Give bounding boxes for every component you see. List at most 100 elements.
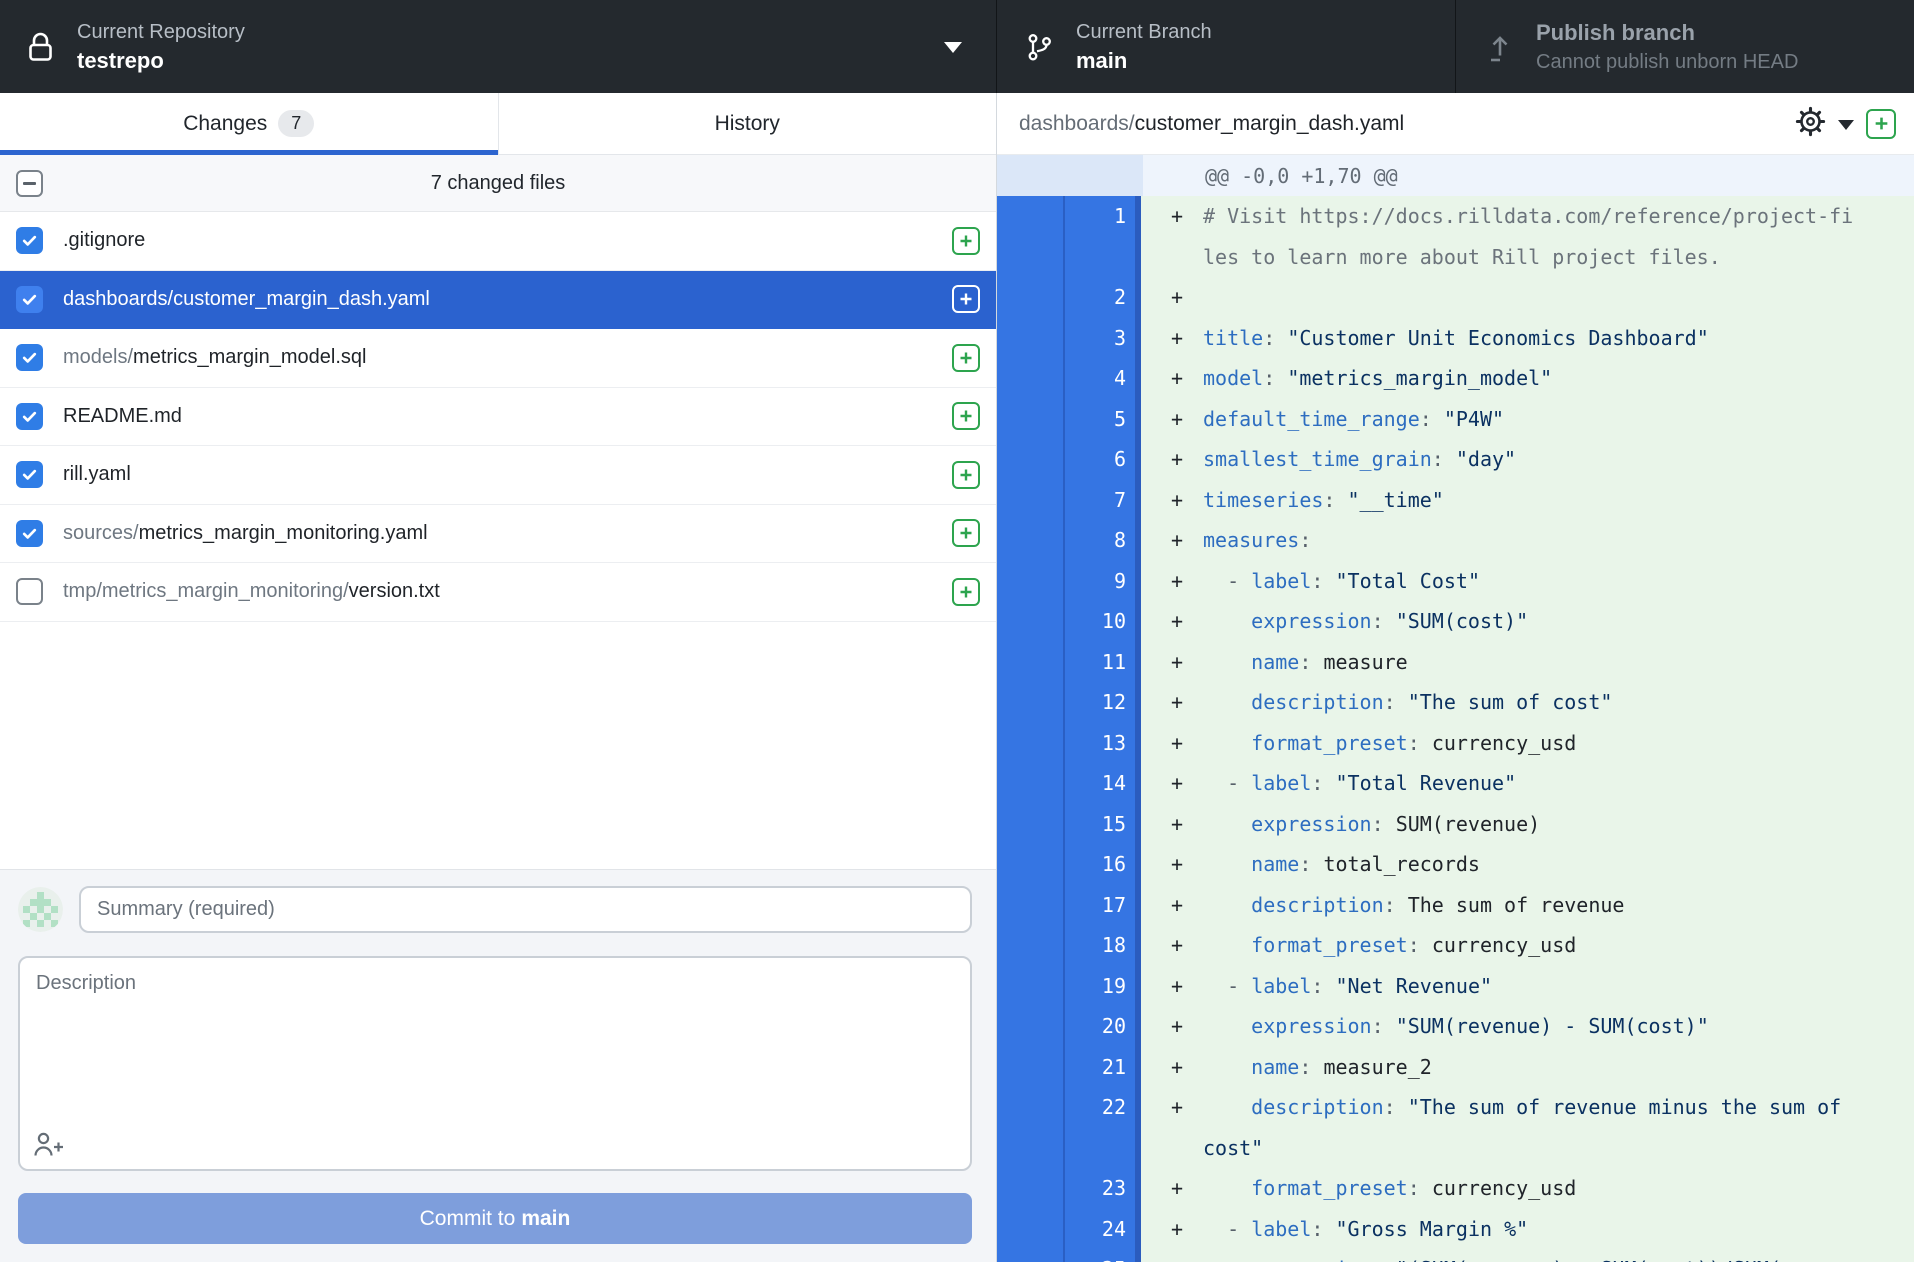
diff-line-number[interactable]: 25 [1065, 1249, 1135, 1262]
diff-line[interactable]: 8+measures: [997, 520, 1914, 561]
diff-line-number[interactable]: 16 [1065, 844, 1135, 885]
file-checkbox[interactable] [16, 520, 43, 547]
diff-line-number[interactable]: 5 [1065, 399, 1135, 440]
diff-line-number[interactable]: 21 [1065, 1047, 1135, 1088]
diff-line[interactable]: 11+ name: measure [997, 642, 1914, 683]
diff-gutter-old[interactable] [997, 723, 1065, 764]
diff-gutter-old[interactable] [997, 1209, 1065, 1250]
diff-line[interactable]: 15+ expression: SUM(revenue) [997, 804, 1914, 845]
diff-line-number[interactable]: 6 [1065, 439, 1135, 480]
tab-history[interactable]: History [498, 93, 997, 154]
diff-line[interactable]: 7+timeseries: "__time" [997, 480, 1914, 521]
diff-line[interactable]: 21+ name: measure_2 [997, 1047, 1914, 1088]
diff-line-number[interactable]: 9 [1065, 561, 1135, 602]
diff-line-number[interactable]: 8 [1065, 520, 1135, 561]
diff-line[interactable]: 6+smallest_time_grain: "day" [997, 439, 1914, 480]
file-row[interactable]: dashboards/customer_margin_dash.yaml [0, 271, 996, 330]
file-row[interactable]: README.md [0, 388, 996, 447]
file-checkbox[interactable] [16, 578, 43, 605]
chevron-down-icon[interactable] [1838, 120, 1854, 130]
diff-line-number[interactable]: 20 [1065, 1006, 1135, 1047]
diff-line-number[interactable]: 12 [1065, 682, 1135, 723]
diff-gutter-old[interactable] [997, 642, 1065, 683]
diff-line-number[interactable]: 4 [1065, 358, 1135, 399]
diff-gutter-old[interactable] [997, 885, 1065, 926]
diff-gutter-old[interactable] [997, 966, 1065, 1007]
publish-branch-button[interactable]: Publish branch Cannot publish unborn HEA… [1456, 0, 1914, 93]
file-row[interactable]: tmp/metrics_margin_monitoring/version.tx… [0, 563, 996, 622]
diff-line-number[interactable]: 17 [1065, 885, 1135, 926]
diff-line[interactable]: 25+ expression: "(SUM(revenue) - SUM(cos… [997, 1249, 1914, 1262]
file-checkbox[interactable] [16, 403, 43, 430]
diff-line[interactable]: 5+default_time_range: "P4W" [997, 399, 1914, 440]
file-checkbox[interactable] [16, 227, 43, 254]
diff-line-number[interactable]: 19 [1065, 966, 1135, 1007]
diff-line[interactable]: 13+ format_preset: currency_usd [997, 723, 1914, 764]
diff-line[interactable]: 4+model: "metrics_margin_model" [997, 358, 1914, 399]
diff-line[interactable]: 17+ description: The sum of revenue [997, 885, 1914, 926]
diff-gutter-old[interactable] [997, 520, 1065, 561]
diff-gutter-old[interactable] [997, 1087, 1065, 1168]
branch-switcher[interactable]: Current Branch main [997, 0, 1456, 93]
diff-gutter-old[interactable] [997, 763, 1065, 804]
summary-input[interactable] [79, 886, 972, 933]
file-row[interactable]: rill.yaml [0, 446, 996, 505]
diff-gutter-old[interactable] [997, 601, 1065, 642]
diff-gutter-old[interactable] [997, 196, 1065, 277]
description-textarea[interactable] [18, 956, 972, 1171]
file-row[interactable]: models/metrics_margin_model.sql [0, 329, 996, 388]
diff-gutter-old[interactable] [997, 1249, 1065, 1262]
diff-line[interactable]: 10+ expression: "SUM(cost)" [997, 601, 1914, 642]
file-checkbox[interactable] [16, 286, 43, 313]
diff-line[interactable]: 19+ - label: "Net Revenue" [997, 966, 1914, 1007]
diff-gutter-old[interactable] [997, 399, 1065, 440]
diff-line[interactable]: 9+ - label: "Total Cost" [997, 561, 1914, 602]
diff-line[interactable]: 12+ description: "The sum of cost" [997, 682, 1914, 723]
file-row[interactable]: .gitignore [0, 212, 996, 271]
diff-line[interactable]: 24+ - label: "Gross Margin %" [997, 1209, 1914, 1250]
diff-gutter-old[interactable] [997, 480, 1065, 521]
diff-gutter-old[interactable] [997, 682, 1065, 723]
diff-line-number[interactable]: 10 [1065, 601, 1135, 642]
diff-line-number[interactable]: 14 [1065, 763, 1135, 804]
repository-switcher[interactable]: Current Repository testrepo [0, 0, 997, 93]
diff-line[interactable]: 2+ [997, 277, 1914, 318]
diff-line[interactable]: 16+ name: total_records [997, 844, 1914, 885]
diff-gutter-old[interactable] [997, 439, 1065, 480]
diff-line-number[interactable]: 23 [1065, 1168, 1135, 1209]
diff-line-number[interactable]: 18 [1065, 925, 1135, 966]
diff-line[interactable]: 1+# Visit https://docs.rilldata.com/refe… [997, 196, 1914, 277]
diff-gutter-old[interactable] [997, 561, 1065, 602]
file-checkbox[interactable] [16, 461, 43, 488]
diff-line-number[interactable]: 3 [1065, 318, 1135, 359]
diff-gutter-old[interactable] [997, 318, 1065, 359]
diff-line-number[interactable]: 22 [1065, 1087, 1135, 1168]
diff-line-number[interactable]: 7 [1065, 480, 1135, 521]
diff-line-number[interactable]: 24 [1065, 1209, 1135, 1250]
file-row[interactable]: sources/metrics_margin_monitoring.yaml [0, 505, 996, 564]
diff-line-number[interactable]: 13 [1065, 723, 1135, 764]
select-all-checkbox[interactable] [16, 170, 43, 197]
diff-line[interactable]: 18+ format_preset: currency_usd [997, 925, 1914, 966]
diff-gutter-old[interactable] [997, 1168, 1065, 1209]
diff-gutter-old[interactable] [997, 1047, 1065, 1088]
commit-button[interactable]: Commit to main [18, 1193, 972, 1244]
tab-changes[interactable]: Changes 7 [0, 93, 498, 154]
diff-line[interactable]: 3+title: "Customer Unit Economics Dashbo… [997, 318, 1914, 359]
diff-line-number[interactable]: 11 [1065, 642, 1135, 683]
diff-line-number[interactable]: 15 [1065, 804, 1135, 845]
gear-icon[interactable] [1795, 106, 1826, 142]
person-plus-icon[interactable] [32, 1129, 66, 1159]
diff-gutter-old[interactable] [997, 844, 1065, 885]
diff-gutter-old[interactable] [997, 358, 1065, 399]
diff-line[interactable]: 22+ description: "The sum of revenue min… [997, 1087, 1914, 1168]
diff-line[interactable]: 23+ format_preset: currency_usd [997, 1168, 1914, 1209]
diff-line[interactable]: 14+ - label: "Total Revenue" [997, 763, 1914, 804]
diff-line-number[interactable]: 2 [1065, 277, 1135, 318]
diff-line[interactable]: 20+ expression: "SUM(revenue) - SUM(cost… [997, 1006, 1914, 1047]
diff-line-number[interactable]: 1 [1065, 196, 1135, 277]
diff-gutter-old[interactable] [997, 1006, 1065, 1047]
diff-gutter-old[interactable] [997, 804, 1065, 845]
diff-gutter-old[interactable] [997, 925, 1065, 966]
file-checkbox[interactable] [16, 344, 43, 371]
